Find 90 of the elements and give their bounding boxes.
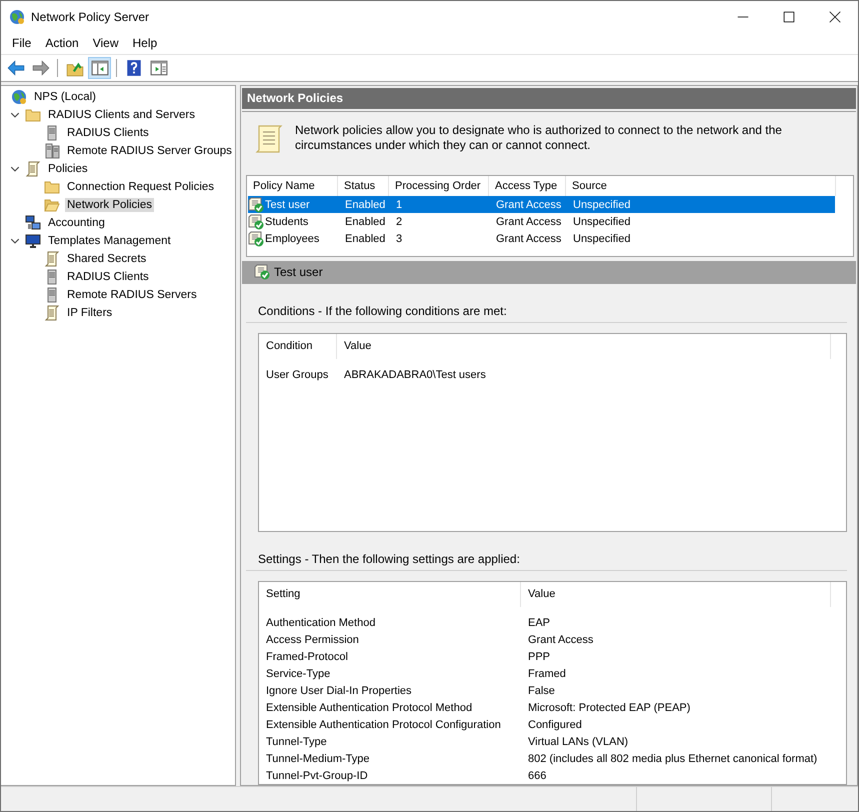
table-cell-text: Tunnel-Medium-Type <box>265 752 371 765</box>
tree-item[interactable]: Network Policies <box>65 198 154 212</box>
menu-item[interactable]: Help <box>126 36 164 50</box>
tree-item[interactable]: RADIUS Clients <box>65 126 151 140</box>
globe-icon <box>11 89 27 105</box>
tree-item[interactable]: RADIUS Clients <box>65 270 151 284</box>
table-cell-text: Authentication Method <box>265 617 376 630</box>
table-cell-text: Ignore User Dial-In Properties <box>265 685 413 698</box>
table-cell-text: 802 (includes all 802 media plus Ethernet canonical format) <box>527 752 818 765</box>
menu-item[interactable]: File <box>5 36 38 50</box>
document-icon <box>44 251 60 267</box>
tree-item[interactable]: Remote RADIUS Servers <box>65 288 199 302</box>
table-cell-text: Configured <box>527 718 582 731</box>
policy-row[interactable]: Test user Enabled 1 Grant Access Unspecified <box>248 196 835 214</box>
tree-item[interactable]: IP Filters <box>65 306 114 320</box>
tree-item[interactable]: Accounting <box>46 216 107 230</box>
table-cell-text: Unspecified <box>572 216 632 228</box>
table-cell-text: ABRAKADABRA0\Test users <box>343 369 486 382</box>
table-cell: Employees <box>264 232 320 245</box>
chevron-down-icon[interactable] <box>10 110 20 120</box>
table-cell-text: Virtual LANs (VLAN) <box>527 736 628 748</box>
maximize-icon <box>783 10 795 22</box>
table-cell-text: User Groups <box>265 369 330 382</box>
column-header[interactable]: Condition <box>259 334 337 359</box>
table-cell-text: Tunnel-Pvt-Group-ID <box>265 770 369 782</box>
table-cell-text: Grant Access <box>495 216 562 228</box>
table-cell-text: 3 <box>395 232 404 245</box>
section-label: Settings - Then the following settings are applied: <box>258 552 520 566</box>
chevron-down-icon[interactable] <box>10 164 20 174</box>
table-cell-text: Unspecified <box>572 232 632 245</box>
globe-icon <box>9 8 25 24</box>
pane-icon <box>90 59 108 77</box>
console-tree-button[interactable] <box>88 57 111 79</box>
table-cell-text: Grant Access <box>495 232 562 245</box>
help-icon <box>124 59 142 77</box>
table-cell-text: Extensible Authentication Protocol Method <box>265 702 474 714</box>
tree-item[interactable]: NPS (Local) <box>32 90 98 104</box>
open-folder-icon <box>44 197 60 213</box>
tree-item[interactable]: Remote RADIUS Server Groups <box>65 144 234 158</box>
tree-item[interactable]: Connection Request Policies <box>65 180 216 194</box>
computers-icon <box>25 215 41 231</box>
window-title: Network Policy Server <box>31 10 150 24</box>
table-cell-text: Tunnel-Type <box>265 736 328 748</box>
description-text: Network policies allow you to designate who is authorized to connect to the network and the circumstances under which they can or cannot connect. <box>295 122 783 154</box>
table-cell: Students <box>264 216 308 228</box>
tree-item[interactable]: Templates Management <box>46 234 173 248</box>
back-arrow-icon <box>6 59 24 77</box>
table-cell-text: Grant Access <box>527 634 594 646</box>
column-header[interactable]: Setting <box>259 582 521 607</box>
table-cell-text: Enabled <box>344 216 386 228</box>
table-cell-text: 1 <box>395 198 404 211</box>
menu-item[interactable]: View <box>86 36 126 50</box>
policy-row[interactable]: Students Enabled 2 Grant Access Unspecified <box>248 213 835 230</box>
document-icon <box>25 161 41 177</box>
chevron-down-icon[interactable] <box>10 236 20 246</box>
section-label: Conditions - If the following conditions are met: <box>258 304 507 318</box>
folder-icon <box>25 107 41 123</box>
document-icon <box>44 305 60 321</box>
tree-item[interactable]: Policies <box>46 162 90 176</box>
table-cell-text: 2 <box>395 216 404 228</box>
table-cell-text: Access Permission <box>265 634 360 646</box>
menu-item[interactable]: Action <box>38 36 86 50</box>
table-cell-text: EAP <box>527 617 550 630</box>
policy-row[interactable]: Employees Enabled 3 Grant Access Unspecified <box>248 230 835 248</box>
table-cell-text: Framed-Protocol <box>265 651 349 664</box>
table-cell-text: 666 <box>527 770 546 782</box>
monitor-icon <box>25 233 41 249</box>
table-cell-text: Extensible Authentication Protocol Configuration <box>265 718 502 731</box>
column-header[interactable]: Value <box>337 334 831 359</box>
table-cell-text: Enabled <box>344 232 386 245</box>
table-cell-text: Enabled <box>344 198 386 211</box>
pane-icon <box>150 59 168 77</box>
folder-icon <box>44 179 60 195</box>
column-header[interactable]: Value <box>521 582 831 607</box>
policy-icon <box>254 264 270 280</box>
table-cell-text: Unspecified <box>572 198 632 211</box>
detail-title: Test user <box>274 265 323 280</box>
table-cell: Test user <box>264 198 310 211</box>
panel-title: Network Policies <box>242 88 856 109</box>
close-icon <box>829 10 841 22</box>
table-cell-text: Service-Type <box>265 668 332 680</box>
table-cell-text: PPP <box>527 651 550 664</box>
tree-item[interactable]: Shared Secrets <box>65 252 148 266</box>
tree-item[interactable]: RADIUS Clients and Servers <box>46 108 197 122</box>
forward-arrow-icon <box>32 59 50 77</box>
table-cell-text: False <box>527 685 555 698</box>
table-cell-text: Framed <box>527 668 566 680</box>
servers-icon <box>44 143 60 159</box>
table-cell-text: Microsoft: Protected EAP (PEAP) <box>527 702 690 714</box>
table-cell-text: Grant Access <box>495 198 562 211</box>
